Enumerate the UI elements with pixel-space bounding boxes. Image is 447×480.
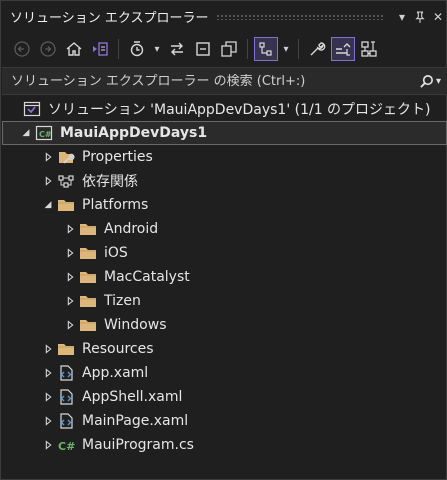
collapsed-arrow-icon[interactable]: [62, 293, 78, 309]
tree-node-label: Properties: [82, 149, 153, 165]
hierarchy-view-icon[interactable]: [254, 37, 278, 61]
xaml-icon: [56, 413, 76, 429]
home-icon[interactable]: [62, 37, 86, 61]
drag-grip[interactable]: [216, 13, 385, 20]
tree-node-label: MauiProgram.cs: [82, 437, 194, 453]
class-diagram-icon[interactable]: [357, 37, 381, 61]
forward-icon[interactable]: [36, 37, 60, 61]
folder-icon: [78, 317, 98, 333]
csharp-file-icon: C#: [56, 437, 76, 453]
tree-node-label: MauiAppDevDays1: [60, 125, 208, 141]
tree-node-label: 依存関係: [82, 174, 138, 190]
toolbar-separator: [298, 39, 299, 59]
panel-titlebar: ソリューション エクスプローラー ▾ ✕: [2, 2, 447, 31]
tree-node[interactable]: ◢ Platforms: [2, 193, 447, 217]
properties-icon: [56, 149, 76, 165]
tree-node-label: Resources: [82, 341, 154, 357]
solution-tree: ソリューション 'MauiAppDevDays1' (1/1 のプロジェクト) ◢…: [2, 97, 447, 457]
collapsed-arrow-icon[interactable]: [62, 269, 78, 285]
folder-icon: [56, 197, 76, 213]
collapsed-arrow-icon[interactable]: [62, 221, 78, 237]
collapsed-arrow-icon[interactable]: [40, 341, 56, 357]
expanded-arrow-icon[interactable]: ◢: [40, 197, 56, 213]
collapsed-arrow-icon[interactable]: [40, 149, 56, 165]
solution-explorer-toolbar: ▾ ▾: [2, 33, 447, 65]
csharp-project-icon: C#: [34, 125, 54, 141]
folder-icon: [78, 245, 98, 261]
collapsed-arrow-icon[interactable]: [40, 413, 56, 429]
window-position-dropdown-icon[interactable]: ▾: [393, 8, 411, 26]
solution-icon: [22, 101, 42, 117]
search-options[interactable]: ▾: [413, 74, 447, 89]
tree-node-label: ソリューション 'MauiAppDevDays1' (1/1 のプロジェクト): [48, 102, 431, 118]
tree-node[interactable]: Tizen: [2, 289, 447, 313]
tree-node-label: App.xaml: [82, 365, 149, 381]
tree-node-label: Tizen: [104, 293, 141, 309]
preview-selected-items-icon[interactable]: [331, 37, 355, 61]
search-bar: ▾: [2, 67, 447, 95]
collapsed-arrow-icon[interactable]: [40, 173, 56, 189]
tree-node-label: Android: [104, 221, 159, 237]
collapsed-arrow-icon[interactable]: [40, 389, 56, 405]
xaml-icon: [56, 389, 76, 405]
tree-node-label: Windows: [104, 317, 167, 333]
search-icon: [420, 74, 433, 88]
tree-node[interactable]: Android: [2, 217, 447, 241]
tree-node[interactable]: App.xaml: [2, 361, 447, 385]
toolbar-separator: [118, 39, 119, 59]
tree-node[interactable]: C# MauiProgram.cs: [2, 433, 447, 457]
collapsed-arrow-icon[interactable]: [62, 317, 78, 333]
svg-text:C#: C#: [39, 130, 52, 139]
folder-icon: [56, 341, 76, 357]
svg-text:C#: C#: [58, 440, 75, 453]
tree-node-label: AppShell.xaml: [82, 389, 183, 405]
back-icon[interactable]: [10, 37, 34, 61]
properties-wrench-icon[interactable]: [305, 37, 329, 61]
tree-node[interactable]: AppShell.xaml: [2, 385, 447, 409]
tree-node[interactable]: ソリューション 'MauiAppDevDays1' (1/1 のプロジェクト): [2, 97, 447, 121]
folder-icon: [78, 221, 98, 237]
dependencies-icon: [56, 173, 76, 189]
folder-icon: [78, 293, 98, 309]
tree-node[interactable]: Resources: [2, 337, 447, 361]
tree-node[interactable]: MainPage.xaml: [2, 409, 447, 433]
tree-node-label: MainPage.xaml: [82, 413, 189, 429]
collapsed-arrow-icon[interactable]: [62, 245, 78, 261]
chevron-down-icon[interactable]: ▾: [151, 37, 163, 61]
folder-icon: [78, 269, 98, 285]
chevron-down-icon: ▾: [435, 75, 441, 87]
sync-with-active-document-icon[interactable]: [165, 37, 189, 61]
pin-icon[interactable]: [411, 8, 429, 26]
tree-node-label: MacCatalyst: [104, 269, 190, 285]
tree-node[interactable]: 依存関係: [2, 169, 447, 193]
collapsed-arrow-icon[interactable]: [40, 365, 56, 381]
tree-node[interactable]: Windows: [2, 313, 447, 337]
close-icon[interactable]: ✕: [429, 8, 447, 26]
xaml-icon: [56, 365, 76, 381]
tree-node[interactable]: iOS: [2, 241, 447, 265]
search-input[interactable]: [11, 73, 413, 89]
chevron-down-icon[interactable]: ▾: [280, 37, 292, 61]
collapse-all-icon[interactable]: [191, 37, 215, 61]
toolbar-separator: [247, 39, 248, 59]
panel-title: ソリューション エクスプローラー: [10, 11, 209, 26]
tree-node-label: Platforms: [82, 197, 149, 213]
tree-node[interactable]: ◢ C# MauiAppDevDays1: [2, 121, 447, 145]
tree-node-label: iOS: [104, 245, 128, 261]
collapsed-arrow-icon[interactable]: [40, 437, 56, 453]
show-all-files-icon[interactable]: [217, 37, 241, 61]
pending-changes-filter-icon[interactable]: [125, 37, 149, 61]
tree-node[interactable]: MacCatalyst: [2, 265, 447, 289]
switch-views-icon[interactable]: [88, 37, 112, 61]
solution-explorer-panel: ソリューション エクスプローラー ▾ ✕ ▾ ▾ ソリューション エクスプローラ…: [0, 0, 447, 480]
expanded-arrow-icon[interactable]: ◢: [18, 125, 34, 141]
tree-node[interactable]: Properties: [2, 145, 447, 169]
